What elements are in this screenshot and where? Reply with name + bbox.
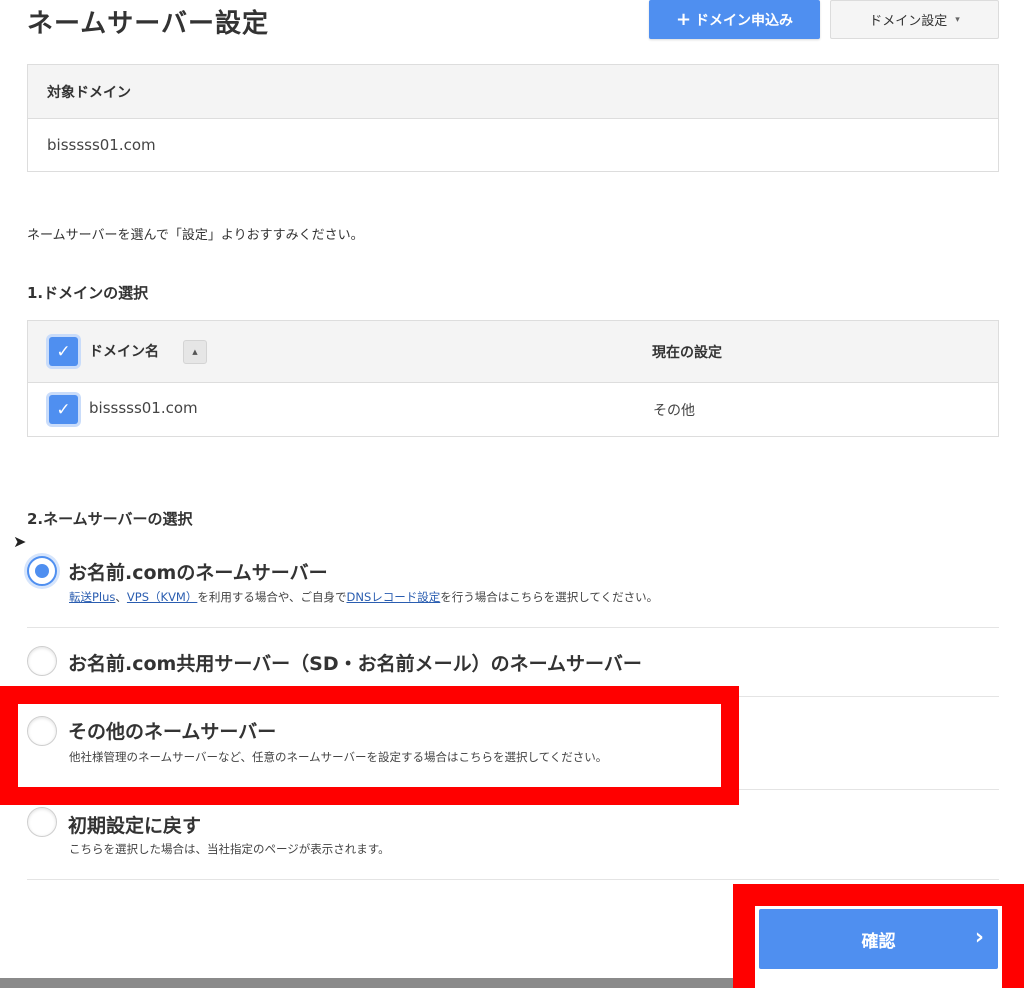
column-current-setting: 現在の設定 [652,345,722,361]
domain-setting-label: ドメイン設定 [869,14,948,29]
row-current-setting: その他 [653,403,695,419]
option-reset-label: 初期設定に戻す [68,815,202,837]
target-domain-panel: 対象ドメイン bisssss01.com [27,64,999,172]
radio-onamae[interactable] [27,556,57,586]
domain-apply-button[interactable]: + ドメイン申込み [649,0,820,39]
sort-up-icon: ▲ [192,348,198,356]
section-domain-select-title: 1.ドメインの選択 [27,284,149,302]
mouse-cursor-icon: ➤ [13,532,27,551]
check-icon: ✓ [56,399,71,420]
option-shared-label: お名前.com共用サーバー（SD・お名前メール）のネームサーバー [68,653,642,675]
option-reset-desc: こちらを選択した場合は、当社指定のページが表示されます。 [69,842,390,856]
domain-table-header: ✓ ドメイン名 ▲ 現在の設定 [28,321,998,383]
row-domain-name: bisssss01.com [89,399,198,417]
chevron-right-icon: › [974,925,984,950]
link-dns-record[interactable]: DNSレコード設定 [347,590,441,604]
domain-apply-label: ドメイン申込み [695,12,794,29]
select-all-checkbox[interactable]: ✓ [49,337,78,366]
nameserver-option-shared[interactable]: お名前.com共用サーバー（SD・お名前メール）のネームサーバー [27,645,999,679]
plus-icon: + [675,9,692,30]
target-domain-value: bisssss01.com [47,136,156,154]
link-vps-kvm[interactable]: VPS（KVM） [127,590,197,604]
radio-shared[interactable] [27,646,57,676]
page-title: ネームサーバー設定 [27,9,269,39]
domain-setting-dropdown[interactable]: ドメイン設定 ▾ [830,0,999,39]
section-nameserver-select-title: 2.ネームサーバーの選択 [27,510,193,528]
radio-reset[interactable] [27,807,57,837]
table-row: ✓ bisssss01.com その他 [28,383,998,436]
divider [27,627,999,628]
sort-button[interactable]: ▲ [183,340,207,364]
target-domain-heading: 対象ドメイン [28,65,998,119]
bottom-scrollbar [0,978,733,988]
caret-down-icon: ▾ [955,14,960,25]
highlight-box-other-option [0,686,739,805]
instruction-text: ネームサーバーを選んで「設定」よりおすすみください。 [27,228,364,243]
row-checkbox[interactable]: ✓ [49,395,78,424]
option-onamae-label: お名前.comのネームサーバー [68,562,328,584]
divider [27,879,999,880]
option-onamae-desc: 転送Plus、VPS（KVM）を利用する場合や、ご自身でDNSレコード設定を行う… [69,590,659,604]
domain-table: ✓ ドメイン名 ▲ 現在の設定 ✓ bisssss01.com その他 [27,320,999,437]
nameserver-option-reset[interactable]: 初期設定に戻す こちらを選択した場合は、当社指定のページが表示されます。 [27,806,999,856]
nameserver-option-onamae[interactable]: お名前.comのネームサーバー 転送Plus、VPS（KVM）を利用する場合や、… [27,555,999,605]
confirm-button[interactable]: 確認 › [759,909,998,969]
column-domain-name: ドメイン名 [89,344,159,360]
check-icon: ✓ [56,341,71,362]
confirm-label: 確認 [861,931,896,952]
link-tenso-plus[interactable]: 転送Plus [69,590,115,604]
